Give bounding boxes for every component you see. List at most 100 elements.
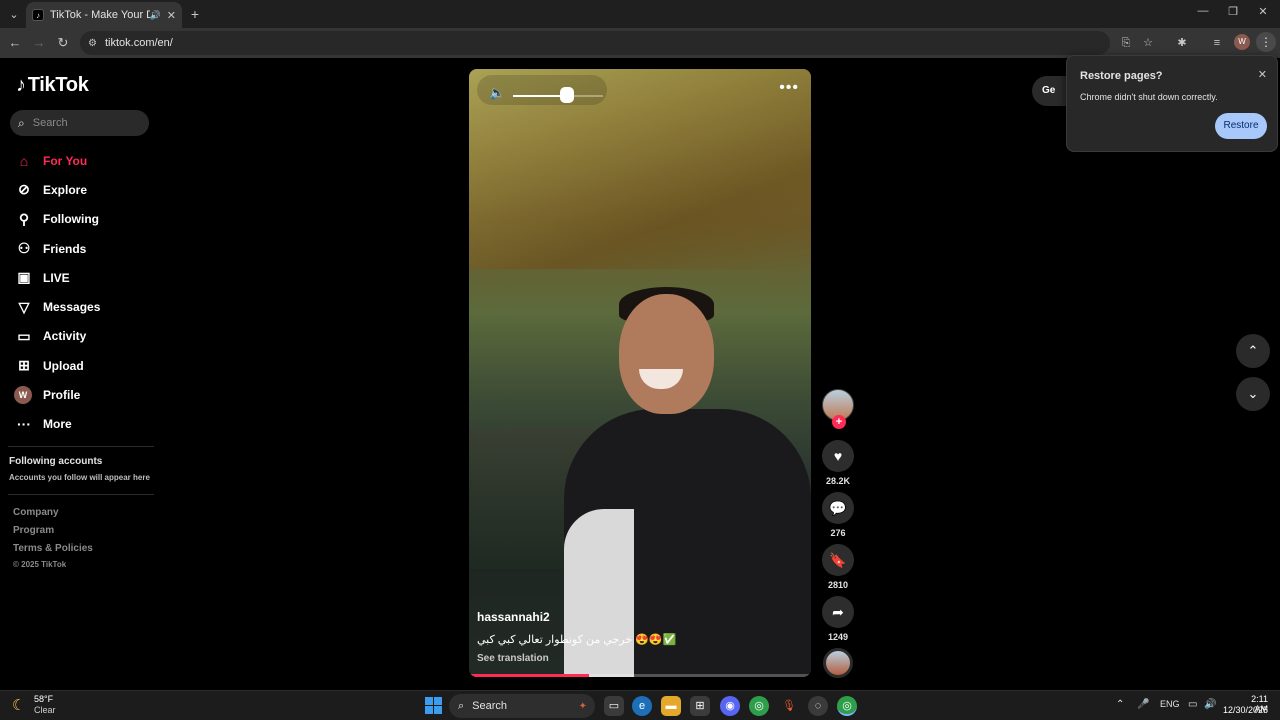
see-translation-link[interactable]: See translation bbox=[477, 653, 549, 664]
bookmark-star-icon[interactable]: ☆ bbox=[1139, 34, 1157, 52]
browser-tab[interactable]: ♪ TikTok - Make Your Day 🔊 ✕ bbox=[26, 2, 182, 28]
restore-button[interactable]: Restore bbox=[1215, 113, 1267, 139]
file-explorer-icon[interactable]: ▬ bbox=[661, 696, 681, 716]
sidebar-item-friends[interactable]: ⚇ Friends bbox=[14, 234, 164, 263]
install-app-icon[interactable]: ⎘ bbox=[1117, 34, 1135, 52]
window-close-button[interactable]: ✕ bbox=[1248, 5, 1278, 18]
address-bar[interactable]: ⚙ tiktok.com/en/ bbox=[80, 31, 1110, 55]
start-button[interactable] bbox=[425, 697, 442, 714]
comment-icon: 💬 bbox=[829, 500, 847, 516]
tiktok-note-icon: ♪ bbox=[16, 74, 26, 96]
back-button[interactable]: ← bbox=[5, 33, 25, 53]
audio-icon[interactable]: 🔊 bbox=[150, 10, 161, 21]
volume-fill bbox=[513, 95, 567, 97]
volume-icon[interactable]: 🔈 bbox=[489, 85, 505, 101]
upload-icon: ⊞ bbox=[18, 357, 30, 374]
search-placeholder: Search bbox=[32, 117, 68, 129]
new-tab-button[interactable]: + bbox=[186, 5, 204, 23]
like-button[interactable]: ♥ bbox=[822, 440, 854, 472]
sidebar-item-upload[interactable]: ⊞ Upload bbox=[14, 351, 164, 380]
chrome-icon[interactable]: ◎ bbox=[749, 696, 769, 716]
sidebar-item-live[interactable]: ▣ LIVE bbox=[14, 263, 164, 292]
tab-search-icon[interactable]: ⌄ bbox=[4, 4, 24, 24]
activity-icon: ▭ bbox=[17, 327, 31, 344]
task-view-icon[interactable]: ▭ bbox=[604, 696, 624, 716]
network-icon[interactable]: ▭ bbox=[1188, 699, 1197, 710]
save-count: 2810 bbox=[827, 580, 849, 590]
minimize-button[interactable]: — bbox=[1188, 5, 1218, 17]
sidebar-item-following[interactable]: ⚲ Following bbox=[14, 205, 164, 234]
microphone-app-icon[interactable]: 🎙 bbox=[779, 696, 799, 716]
follow-plus-icon[interactable]: + bbox=[832, 415, 846, 429]
search-highlight-icon: ✦ bbox=[578, 700, 587, 712]
discord-icon[interactable]: ◉ bbox=[720, 696, 740, 716]
edge-icon[interactable]: e bbox=[632, 696, 652, 716]
extensions-icon[interactable]: ✱ bbox=[1173, 34, 1191, 52]
forward-button[interactable]: → bbox=[29, 33, 49, 53]
app-icon[interactable]: ◌ bbox=[808, 696, 828, 716]
music-disc-icon[interactable] bbox=[823, 648, 853, 678]
taskbar-search[interactable]: ⌕ Search ✦ bbox=[449, 694, 595, 718]
previous-video-button[interactable]: ⌃ bbox=[1236, 334, 1270, 368]
video-more-options-icon[interactable]: ••• bbox=[779, 79, 799, 97]
url-text: tiktok.com/en/ bbox=[104, 37, 173, 49]
like-count: 28.2K bbox=[825, 476, 851, 486]
language-indicator[interactable]: ENG bbox=[1160, 699, 1180, 709]
volume-control[interactable]: 🔈 bbox=[477, 75, 607, 105]
save-button[interactable]: 🔖 bbox=[822, 544, 854, 576]
next-video-button[interactable]: ⌄ bbox=[1236, 377, 1270, 411]
get-app-label: Ge bbox=[1042, 85, 1056, 96]
footer-link-program[interactable]: Program bbox=[13, 525, 54, 536]
sidebar-item-more[interactable]: ··· More bbox=[14, 410, 164, 439]
reload-button[interactable]: ↻ bbox=[53, 33, 73, 53]
taskbar-search-label: Search bbox=[472, 700, 508, 712]
video-player[interactable]: 🔈 ••• hassannahi2 خرجي من كونطوار تعالي … bbox=[469, 69, 811, 677]
sidebar-item-activity[interactable]: ▭ Activity bbox=[14, 322, 164, 351]
search-icon: ⌕ bbox=[458, 699, 465, 712]
moon-weather-icon[interactable]: ☾ bbox=[12, 696, 25, 714]
clock-date[interactable]: 12/30/2025 bbox=[1222, 705, 1268, 715]
sidebar-item-label: Messages bbox=[43, 300, 101, 315]
windows-taskbar: ☾ 58°F Clear ⌕ Search ✦ ▭ e ▬ ⊞ ◉ ◎ 🎙 ◌ … bbox=[0, 690, 1280, 720]
share-button[interactable]: ➦ bbox=[822, 596, 854, 628]
tab-close-icon[interactable]: ✕ bbox=[167, 9, 176, 22]
compass-icon: ⊘ bbox=[18, 181, 30, 198]
sidebar-item-label: For You bbox=[43, 153, 88, 168]
sidebar-item-for-you[interactable]: ⌂ For You bbox=[14, 146, 164, 175]
footer-link-terms[interactable]: Terms & Policies bbox=[13, 543, 93, 554]
maximize-button[interactable]: ❐ bbox=[1218, 5, 1248, 18]
search-input[interactable]: ⌕ Search bbox=[10, 110, 149, 136]
share-icon: ➦ bbox=[832, 604, 844, 620]
sidebar-item-label: Following bbox=[43, 212, 99, 227]
speaker-icon[interactable]: 🔊 bbox=[1204, 699, 1216, 710]
video-author[interactable]: hassannahi2 bbox=[477, 610, 550, 624]
dialog-message: Chrome didn't shut down correctly. bbox=[1080, 92, 1218, 102]
volume-slider-handle[interactable] bbox=[560, 87, 574, 103]
chevron-down-icon: ⌄ bbox=[1247, 386, 1259, 401]
store-icon[interactable]: ⊞ bbox=[690, 696, 710, 716]
comment-button[interactable]: 💬 bbox=[822, 492, 854, 524]
microphone-icon[interactable]: 🎤 bbox=[1137, 699, 1149, 710]
chrome-active-icon[interactable]: ◎ bbox=[837, 696, 857, 716]
restore-pages-dialog: Restore pages? Chrome didn't shut down c… bbox=[1066, 55, 1278, 152]
video-progress-bar[interactable] bbox=[469, 674, 811, 677]
video-progress-fill bbox=[469, 674, 589, 677]
tiktok-logo[interactable]: ♪ TikTok bbox=[16, 74, 89, 97]
site-info-icon[interactable]: ⚙ bbox=[88, 38, 97, 49]
profile-avatar[interactable]: W bbox=[1234, 34, 1250, 50]
media-control-icon[interactable]: ≡ bbox=[1208, 34, 1226, 52]
copyright: © 2025 TikTok bbox=[13, 560, 67, 569]
sidebar-item-explore[interactable]: ⊘ Explore bbox=[14, 175, 164, 204]
sidebar-item-messages[interactable]: ▽ Messages bbox=[14, 292, 164, 321]
more-icon: ··· bbox=[17, 416, 31, 433]
following-icon: ⚲ bbox=[18, 210, 30, 227]
logo-text: TikTok bbox=[27, 74, 89, 96]
chrome-menu-icon[interactable]: ⋮ bbox=[1256, 32, 1276, 52]
sidebar-item-label: Activity bbox=[43, 329, 87, 344]
tray-overflow-icon[interactable]: ⌃ bbox=[1116, 699, 1124, 710]
footer-link-company[interactable]: Company bbox=[13, 507, 59, 518]
dialog-close-icon[interactable]: ✕ bbox=[1258, 68, 1267, 81]
browser-tab-bar: ⌄ ♪ TikTok - Make Your Day 🔊 ✕ + — ❐ ✕ bbox=[0, 0, 1280, 28]
sidebar-item-profile[interactable]: W Profile bbox=[14, 380, 164, 409]
sidebar-item-label: Upload bbox=[43, 358, 84, 373]
